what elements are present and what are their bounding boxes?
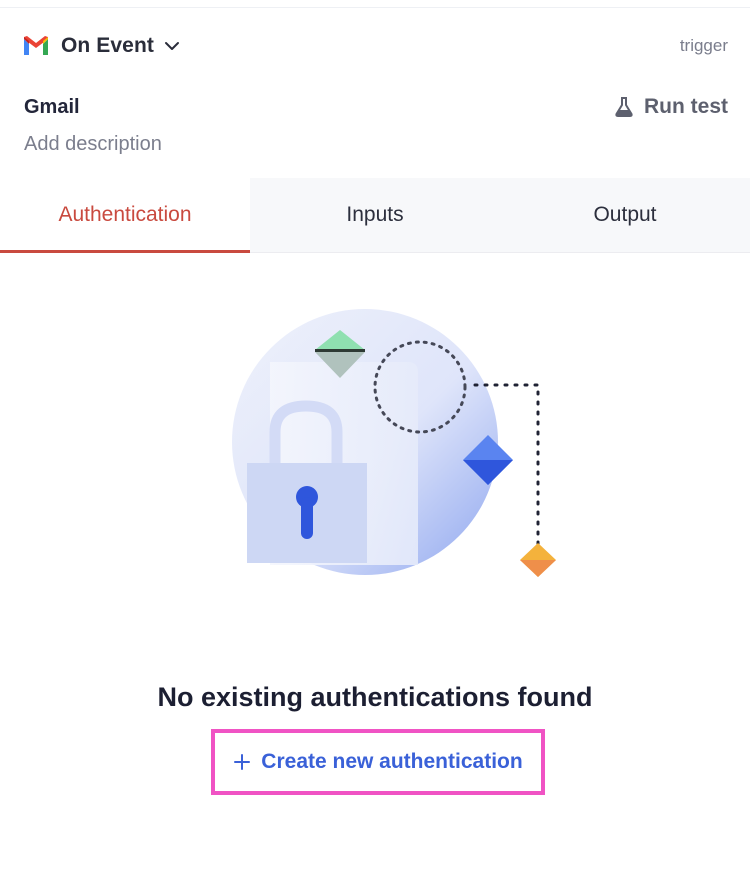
event-label: On Event [61, 34, 154, 57]
run-test-button[interactable]: Run test [615, 95, 728, 119]
top-divider [0, 0, 750, 8]
chevron-down-icon [163, 37, 181, 55]
description-field[interactable]: Add description [24, 133, 162, 156]
trigger-label: trigger [679, 36, 728, 55]
plus-icon [233, 753, 251, 771]
create-authentication-button[interactable]: Create new authentication [211, 729, 545, 795]
step-title: Gmail [24, 95, 80, 118]
run-test-label: Run test [644, 95, 728, 118]
step-header: On Event trigger [22, 30, 728, 62]
title-row: Gmail Run test [24, 95, 728, 119]
event-selector[interactable]: On Event [22, 34, 181, 58]
tab-output[interactable]: Output [500, 178, 750, 252]
gmail-icon [22, 35, 50, 57]
tab-inputs[interactable]: Inputs [250, 178, 500, 252]
empty-state-title: No existing authentications found [157, 682, 593, 712]
create-authentication-label: Create new authentication [261, 750, 523, 773]
flask-icon [615, 97, 633, 117]
tab-authentication[interactable]: Authentication [0, 178, 250, 253]
lock-illustration [220, 300, 570, 600]
tab-bar: Authentication Inputs Output [0, 178, 750, 253]
